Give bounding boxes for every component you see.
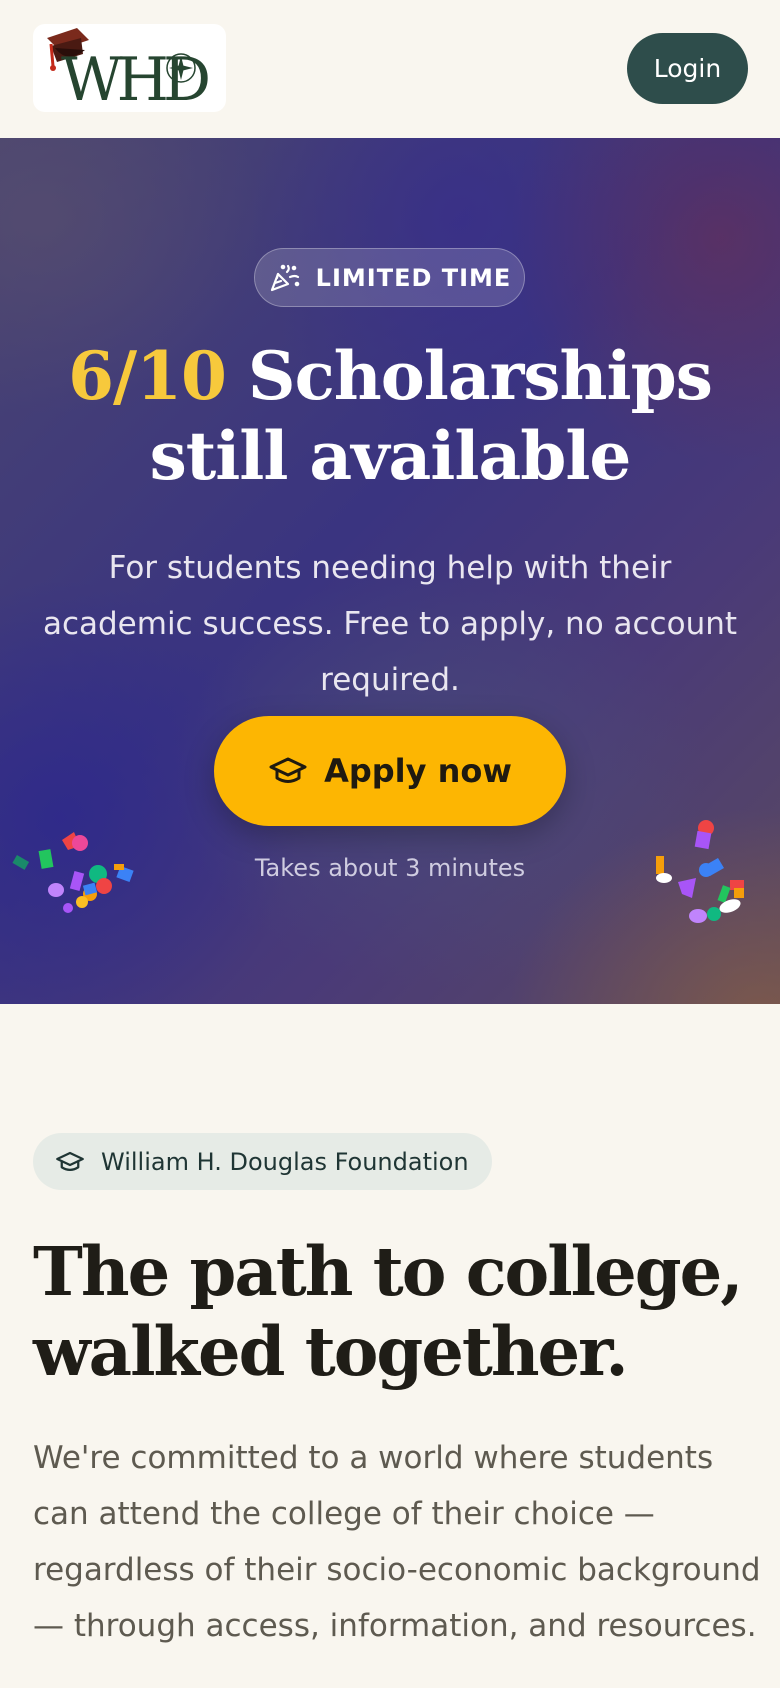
foundation-pill: William H. Douglas Foundation (33, 1133, 492, 1190)
login-button[interactable]: Login (627, 33, 748, 104)
limited-time-badge: LIMITED TIME (254, 248, 525, 307)
hero-title: 6/10 Scholarships still available (0, 336, 780, 496)
scholarship-count: 6/10 (68, 337, 227, 415)
foundation-name: William H. Douglas Foundation (101, 1147, 469, 1176)
hero-title-line2: still available (149, 417, 632, 495)
mission-statement: We're committed to a world where student… (33, 1440, 761, 1644)
confetti-right-decoration (656, 820, 744, 923)
graduation-cap-icon (269, 757, 307, 783)
scholarship-hero: LIMITED TIME 6/10 Scholarships still ava… (0, 138, 780, 1004)
badge-label: LIMITED TIME (315, 263, 512, 292)
apply-now-label: Apply now (324, 752, 512, 790)
confetti-left-decoration (12, 832, 134, 913)
graduation-cap-icon (56, 1151, 84, 1171)
hero-subtitle: For students needing help with their aca… (42, 550, 738, 698)
whd-logo[interactable]: WHD (33, 24, 226, 112)
apply-now-button[interactable]: Apply now (214, 716, 566, 826)
logo-compass (166, 53, 196, 83)
party-popper-icon (270, 264, 299, 291)
page-title: The path to college, walked together. (33, 1232, 744, 1391)
site-header: WHD Login (0, 0, 780, 138)
hero-title-line1: Scholarships (247, 337, 713, 415)
